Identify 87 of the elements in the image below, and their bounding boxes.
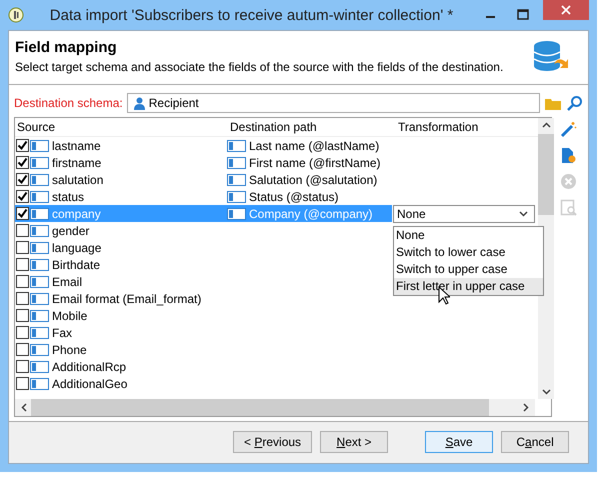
button[interactable]: < Previous (233, 431, 312, 453)
table-cell: Last name (@lastName) (226, 137, 392, 154)
field-icon (30, 360, 49, 372)
vertical-scrollbar[interactable] (538, 118, 554, 399)
field-icon (227, 156, 246, 168)
table-cell[interactable]: Email format (Email_format) (15, 290, 226, 307)
button[interactable]: Cancel (501, 431, 570, 453)
field-icon (30, 310, 49, 322)
page-description: Select target schema and associate the fields of the source with the fields of the destination. (15, 60, 504, 74)
table-cell[interactable]: Fax (15, 324, 226, 341)
field-icon (227, 140, 246, 152)
field-icon (30, 344, 49, 356)
maximize-icon[interactable] (517, 9, 529, 21)
table-cell[interactable]: Email (15, 273, 226, 290)
field-icon (30, 242, 49, 254)
table-cell: Company (@company) (226, 205, 392, 222)
field-icon (227, 190, 246, 202)
checkbox[interactable] (16, 156, 29, 169)
checkbox[interactable] (16, 377, 29, 390)
table-cell[interactable]: AdditionalRcp (15, 358, 226, 375)
field-icon (30, 292, 49, 304)
field-icon (30, 378, 49, 390)
checkbox[interactable] (16, 292, 29, 305)
table-cell: First name (@firstName) (226, 154, 392, 171)
field-icon (30, 156, 49, 168)
table-cell[interactable]: firstname (15, 154, 226, 171)
field-icon (30, 190, 49, 202)
scroll-right-icon[interactable] (523, 403, 529, 412)
field-icon (30, 276, 49, 288)
field-icon (30, 174, 49, 186)
field-icon (30, 140, 49, 152)
close-icon (561, 5, 571, 15)
transformation-dropdown[interactable]: None (393, 204, 535, 222)
table-cell[interactable]: AdditionalGeo (15, 375, 226, 392)
checkbox[interactable] (16, 224, 29, 237)
app-icon (8, 7, 24, 23)
field-label: Destination schema: (14, 96, 123, 110)
table-cell[interactable]: salutation (15, 171, 226, 188)
dropdown-option[interactable]: Switch to upper case (394, 261, 543, 278)
table-cell: Status (@status) (226, 188, 392, 205)
page-title: Field mapping (15, 39, 118, 56)
column-header[interactable]: Destination path (228, 120, 396, 134)
scroll-down-icon[interactable] (542, 389, 550, 395)
add-document-icon[interactable] (560, 147, 577, 164)
scroll-up-icon[interactable] (542, 122, 550, 128)
dropdown-option[interactable]: First letter in upper case (394, 278, 543, 295)
table-cell[interactable]: Mobile (15, 307, 226, 324)
field-icon (30, 326, 49, 338)
checkbox[interactable] (16, 190, 29, 203)
close-button[interactable] (543, 0, 589, 20)
field-icon (30, 208, 49, 220)
table-cell[interactable]: gender (15, 222, 226, 239)
checkbox[interactable] (16, 360, 29, 373)
table-cell[interactable]: language (15, 239, 226, 256)
table-cell[interactable]: Birthdate (15, 256, 226, 273)
checkbox[interactable] (16, 258, 29, 271)
checkbox[interactable] (16, 173, 29, 186)
column-header[interactable]: Source (15, 120, 228, 134)
button[interactable]: Save (425, 431, 494, 453)
search-icon[interactable] (567, 95, 583, 111)
database-icon (532, 40, 570, 74)
field-icon (30, 258, 49, 270)
checkbox[interactable] (16, 343, 29, 356)
scroll-left-icon[interactable] (21, 403, 27, 412)
field-icon (30, 224, 49, 236)
schema-field[interactable]: Recipient (126, 93, 540, 113)
table-cell[interactable]: Phone (15, 341, 226, 358)
checkbox[interactable] (16, 309, 29, 322)
field-icon (227, 174, 246, 186)
checkbox[interactable] (16, 139, 29, 152)
button[interactable]: Next > (320, 431, 388, 453)
chevron-down-icon (519, 210, 528, 216)
dropdown-option[interactable]: None (394, 227, 543, 244)
person-icon (134, 96, 145, 110)
window-title: Data import 'Subscribers to receive autum-winter collection' * (48, 6, 454, 24)
checkbox[interactable] (16, 241, 29, 254)
checkbox[interactable] (16, 326, 29, 339)
field-icon (227, 208, 246, 220)
table-cell[interactable]: lastname (15, 137, 226, 154)
dropdown-option[interactable]: Switch to lower case (394, 244, 543, 261)
checkbox[interactable] (16, 275, 29, 288)
table-cell[interactable]: status (15, 188, 226, 205)
checkbox[interactable] (16, 207, 29, 220)
table-cell: Salutation (@salutation) (226, 171, 392, 188)
magic-wand-icon[interactable] (560, 121, 577, 138)
column-header[interactable]: Transformation (396, 120, 538, 134)
horizontal-scrollbar[interactable] (15, 399, 535, 416)
